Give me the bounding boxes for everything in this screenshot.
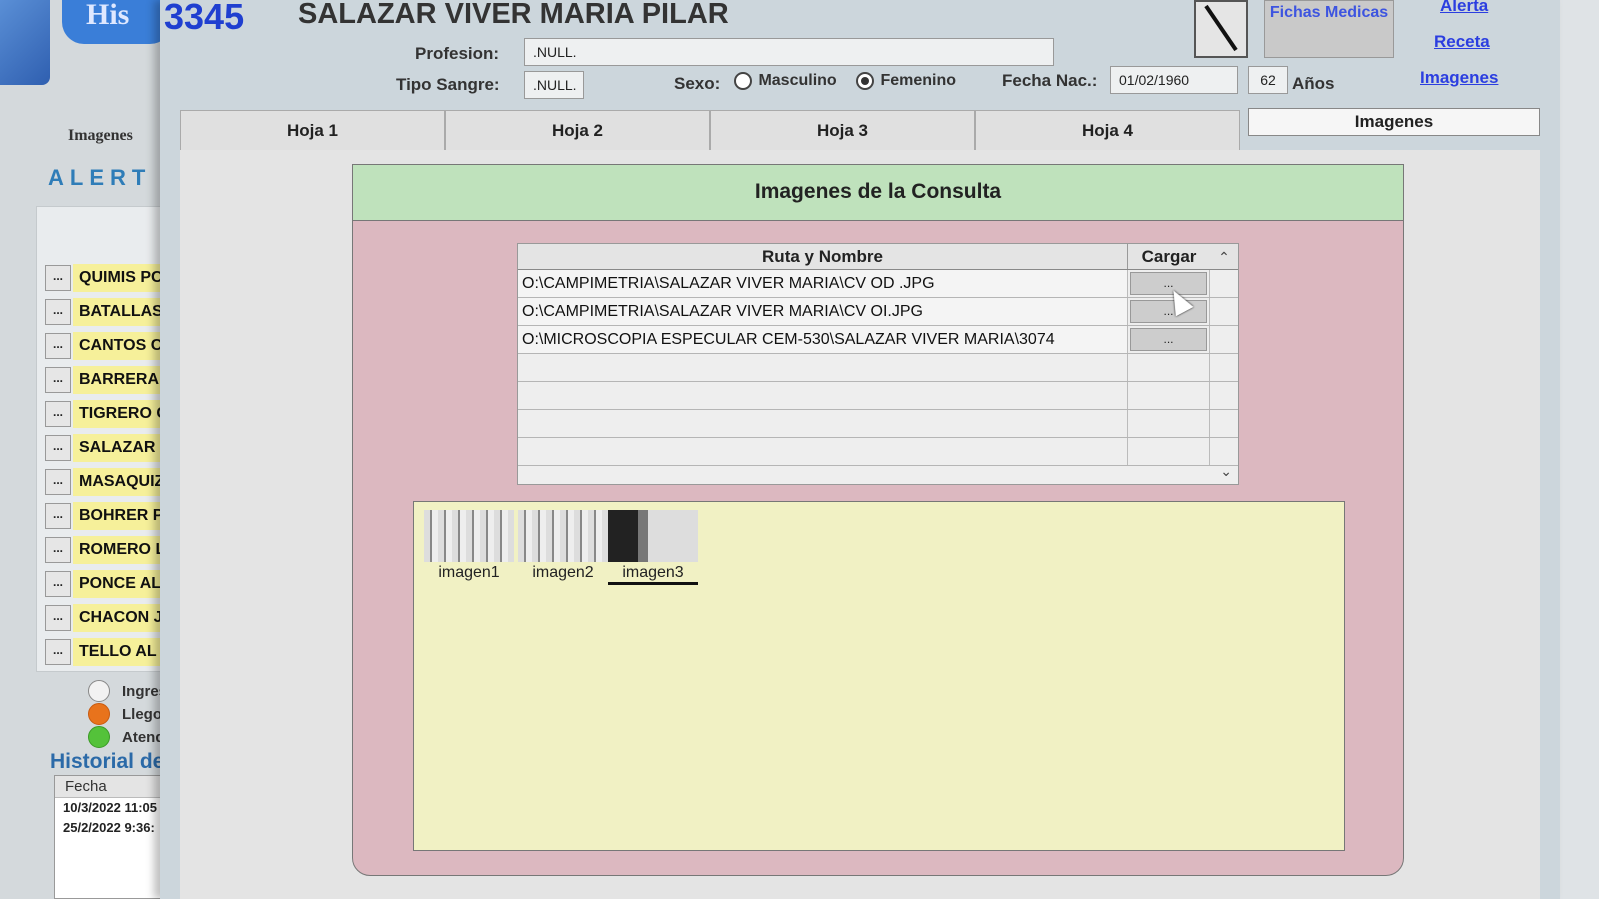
app-logo — [0, 0, 50, 85]
legend-llego: Llego — [88, 703, 162, 725]
sexo-femenino-option[interactable]: Femenino — [856, 72, 956, 90]
panel-title: Imagenes de la Consulta — [353, 165, 1403, 221]
col-path-header[interactable]: Ruta y Nombre — [518, 244, 1128, 269]
alert-item-button[interactable]: ... — [45, 571, 71, 597]
profesion-label: Profesion: — [415, 44, 500, 63]
legend-label: Llego — [122, 705, 162, 723]
alert-title: ALERT — [48, 165, 152, 190]
alert-item-button[interactable]: ... — [45, 605, 71, 631]
fichas-medicas-button[interactable]: Fichas Medicas — [1264, 0, 1394, 58]
row-path[interactable]: O:\CAMPIMETRIA\SALAZAR VIVER MARIA\CV OD… — [518, 270, 1128, 297]
masculino-label: Masculino — [758, 72, 837, 90]
status-dot-icon — [88, 703, 110, 725]
femenino-label: Femenino — [880, 72, 957, 90]
grid-header: Ruta y Nombre Cargar ⌃ — [518, 244, 1238, 270]
empty-row — [518, 354, 1238, 382]
thumbnail-image — [424, 510, 514, 562]
tab-hoja-3[interactable]: Hoja 3 — [710, 110, 975, 150]
sangre-label: Tipo Sangre: — [396, 75, 500, 94]
alert-item-button[interactable]: ... — [45, 503, 71, 529]
fecha-nac-field[interactable]: 01/02/1960 — [1110, 66, 1238, 94]
radio-femenino[interactable] — [856, 72, 874, 90]
imagenes-link[interactable]: Imagenes — [1420, 68, 1498, 88]
legend-ingreso: Ingres — [88, 680, 167, 702]
radio-masculino[interactable] — [734, 72, 752, 90]
alert-list: ... QUIMIS PC... BATALLAS... CANTOS C... BAR… — [36, 206, 185, 672]
edad-unit: Años — [1292, 74, 1335, 93]
sexo-masculino-option[interactable]: Masculino — [734, 72, 837, 90]
tab-content: Imagenes de la Consulta Ruta y Nombre Ca… — [180, 150, 1540, 899]
receta-link[interactable]: Receta — [1434, 32, 1490, 52]
empty-row — [518, 438, 1238, 466]
alert-item-button[interactable]: ... — [45, 401, 71, 427]
tab-hoja-2[interactable]: Hoja 2 — [445, 110, 710, 150]
patient-id: 3345 — [164, 0, 245, 37]
status-dot-icon — [88, 680, 110, 702]
background-app-panel: His Imagenes ALERT ... QUIMIS PC... BATALL… — [0, 0, 185, 899]
image-viewer: imagen1 imagen2 imagen3 — [413, 501, 1345, 851]
legend-label: Atend — [122, 728, 165, 746]
sexo-label: Sexo: — [674, 74, 721, 93]
alert-item-button[interactable]: ... — [45, 435, 71, 461]
alert-item-button[interactable]: ... — [45, 299, 71, 325]
edad-field: 62 — [1248, 66, 1288, 94]
scroll-up-icon[interactable]: ⌃ — [1210, 244, 1238, 269]
row-path[interactable]: O:\MICROSCOPIA ESPECULAR CEM-530\SALAZAR… — [518, 326, 1128, 353]
col-load-header[interactable]: Cargar — [1128, 244, 1210, 269]
left-imagenes-label[interactable]: Imagenes — [68, 127, 133, 145]
app-logo-text: His — [62, 0, 172, 44]
alert-item-button[interactable]: ... — [45, 639, 71, 665]
patient-window: 3345 SALAZAR VIVER MARIA PILAR Profesion… — [160, 0, 1560, 899]
alert-item-button[interactable]: ... — [45, 265, 71, 291]
images-panel: Imagenes de la Consulta Ruta y Nombre Ca… — [352, 164, 1404, 876]
thumbnail-label: imagen2 — [532, 564, 594, 581]
thumbnail-imagen2[interactable]: imagen2 — [518, 510, 608, 582]
alert-item-button[interactable]: ... — [45, 469, 71, 495]
status-dot-icon — [88, 726, 110, 748]
load-button[interactable]: ... — [1130, 328, 1207, 351]
fecha-nac-label: Fecha Nac.: — [1002, 71, 1098, 90]
images-grid: Ruta y Nombre Cargar ⌃ O:\CAMPIMETRIA\SA… — [517, 243, 1239, 485]
table-row[interactable]: O:\MICROSCOPIA ESPECULAR CEM-530\SALAZAR… — [518, 326, 1238, 354]
empty-row — [518, 382, 1238, 410]
thumbnail-image — [608, 510, 698, 562]
thumbnail-label: imagen1 — [438, 564, 500, 581]
tab-hoja-4[interactable]: Hoja 4 — [975, 110, 1240, 150]
empty-row — [518, 410, 1238, 438]
patient-name: SALAZAR VIVER MARIA PILAR — [298, 0, 729, 30]
alerta-link[interactable]: Alerta — [1440, 0, 1488, 16]
scroll-down-icon[interactable]: ⌄ — [1220, 463, 1232, 480]
sangre-field[interactable]: .NULL. — [524, 71, 584, 99]
row-path[interactable]: O:\CAMPIMETRIA\SALAZAR VIVER MARIA\CV OI… — [518, 298, 1128, 325]
thumbnail-imagen3[interactable]: imagen3 — [608, 510, 698, 585]
table-row[interactable]: O:\CAMPIMETRIA\SALAZAR VIVER MARIA\CV OD… — [518, 270, 1238, 298]
tab-hoja-1[interactable]: Hoja 1 — [180, 110, 445, 150]
pen-icon[interactable] — [1194, 0, 1248, 58]
alert-item-button[interactable]: ... — [45, 333, 71, 359]
legend-atendido: Atend — [88, 726, 165, 748]
alert-item-button[interactable]: ... — [45, 367, 71, 393]
table-row[interactable]: O:\CAMPIMETRIA\SALAZAR VIVER MARIA\CV OI… — [518, 298, 1238, 326]
thumbnail-image — [518, 510, 608, 562]
thumbnail-label: imagen3 — [608, 564, 698, 585]
alert-item-button[interactable]: ... — [45, 537, 71, 563]
profesion-field[interactable]: .NULL. — [524, 38, 1054, 66]
history-title: Historial de — [50, 750, 165, 773]
sheet-tabs: Hoja 1 Hoja 2 Hoja 3 Hoja 4 — [180, 110, 1240, 150]
thumbnail-imagen1[interactable]: imagen1 — [424, 510, 514, 582]
tab-imagenes[interactable]: Imagenes — [1248, 108, 1540, 136]
